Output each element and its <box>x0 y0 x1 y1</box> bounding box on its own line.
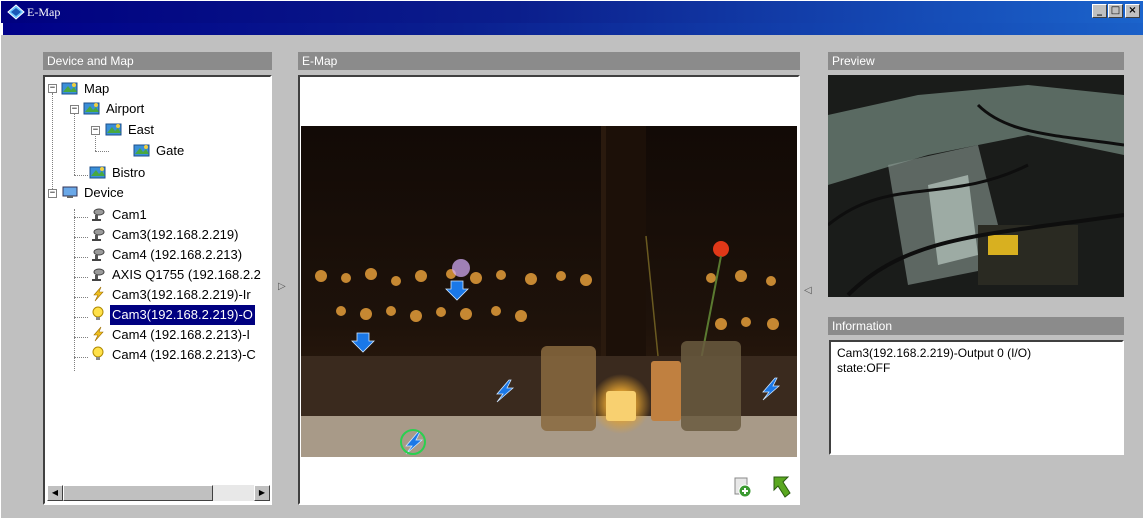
information-header: Information <box>828 317 1124 335</box>
tree-item-east[interactable]: East <box>105 120 156 140</box>
tree-line <box>74 317 88 318</box>
camera-icon <box>92 268 105 281</box>
tree-item-cam1[interactable]: Cam1 <box>89 205 149 225</box>
title-bar[interactable]: E-Map _ □ × <box>1 1 1143 35</box>
lightning-icon <box>93 326 104 342</box>
tree-item-cam4[interactable]: Cam4 (192.168.2.213) <box>89 245 244 265</box>
tree-line <box>74 107 75 175</box>
tree-line <box>74 277 88 278</box>
scroll-left-button[interactable]: ◀ <box>47 485 63 501</box>
back-arrow-icon[interactable] <box>771 475 793 499</box>
horizontal-scrollbar[interactable]: ◀ ▶ <box>47 485 270 501</box>
title-gradient: E-Map _ □ × <box>1 1 1143 23</box>
tree-line <box>74 337 88 338</box>
tree-item-gate[interactable]: Gate <box>133 141 186 161</box>
maximize-button[interactable]: □ <box>1108 4 1123 18</box>
camera-preview <box>828 75 1124 297</box>
camera-icon <box>92 208 105 221</box>
map-icon <box>89 166 106 179</box>
tree-label: Device <box>84 185 124 200</box>
map-icon <box>105 123 122 136</box>
lightbulb-icon <box>92 306 104 320</box>
tree-item-airport[interactable]: Airport <box>83 99 146 119</box>
tree-item-cam3-output[interactable]: Cam3(192.168.2.219)-O <box>89 304 256 326</box>
tree-item-axis[interactable]: AXIS Q1755 (192.168.2.2 <box>89 265 263 285</box>
collapse-map-button[interactable]: − <box>48 84 57 93</box>
tree-line <box>74 209 75 371</box>
tree-label: Gate <box>156 143 185 158</box>
info-state-line: state:OFF <box>837 361 891 375</box>
tree-item-map[interactable]: Map <box>61 79 111 99</box>
tree-line <box>74 237 88 238</box>
tree-line <box>52 93 53 193</box>
tree-line <box>95 151 109 152</box>
scroll-right-button[interactable]: ▶ <box>254 485 270 501</box>
collapse-east-button[interactable]: − <box>91 126 100 135</box>
tree-label: Map <box>84 81 110 96</box>
window-title: E-Map <box>27 5 61 19</box>
map-icon <box>61 82 78 95</box>
emap-canvas[interactable] <box>298 75 800 505</box>
camera-icon <box>92 248 105 261</box>
map-image <box>301 126 797 457</box>
app-icon <box>7 4 25 20</box>
tree-item-cam3-input[interactable]: Cam3(192.168.2.219)-Ir <box>89 285 253 305</box>
right-splitter-arrow[interactable]: ◁ <box>804 284 814 298</box>
tree-item-cam4-output[interactable]: Cam4 (192.168.2.213)-C <box>89 345 258 365</box>
emap-header: E-Map <box>298 52 800 70</box>
preview-header: Preview <box>828 52 1124 70</box>
emap-window: E-Map _ □ × Device and Map − − − − Map A… <box>0 0 1143 518</box>
camera-icon <box>92 228 105 241</box>
tree-label: Airport <box>106 101 145 116</box>
scroll-thumb[interactable] <box>63 485 213 501</box>
lightbulb-icon <box>92 346 104 360</box>
tree-line <box>74 357 88 358</box>
tree-item-device[interactable]: Device <box>61 183 126 203</box>
device-map-tree[interactable]: − − − − Map Airport East Gate Bistro Dev… <box>43 75 272 505</box>
tree-label: Cam4 (192.168.2.213) <box>112 247 243 262</box>
tree-label: Bistro <box>112 165 146 180</box>
add-device-icon[interactable] <box>731 476 753 498</box>
tree-label: AXIS Q1755 (192.168.2.2 <box>112 267 261 282</box>
information-panel: Cam3(192.168.2.219)-Output 0 (I/O) state… <box>829 340 1124 455</box>
tree-line <box>74 217 88 218</box>
tree-label: East <box>128 122 155 137</box>
tree-label: Cam3(192.168.2.219)-Ir <box>112 287 251 302</box>
tree-label: Cam4 (192.168.2.213)-C <box>112 347 256 362</box>
map-icon <box>133 144 150 157</box>
tree-line <box>74 175 88 176</box>
collapse-device-button[interactable]: − <box>48 189 57 198</box>
collapse-airport-button[interactable]: − <box>70 105 79 114</box>
close-button[interactable]: × <box>1125 4 1140 18</box>
minimize-button[interactable]: _ <box>1092 4 1107 18</box>
tree-item-bistro[interactable]: Bistro <box>89 163 147 183</box>
device-map-header: Device and Map <box>43 52 272 70</box>
tree-label: Cam3(192.168.2.219) <box>112 227 239 242</box>
tree-item-cam3[interactable]: Cam3(192.168.2.219) <box>89 225 240 245</box>
tree-label: Cam3(192.168.2.219)-O <box>109 304 256 326</box>
tree-line <box>74 257 88 258</box>
tree-item-cam4-input[interactable]: Cam4 (192.168.2.213)-I <box>89 325 252 345</box>
tree-line <box>74 297 88 298</box>
tree-label: Cam1 <box>112 207 147 222</box>
tree-label: Cam4 (192.168.2.213)-I <box>112 327 251 342</box>
monitor-icon <box>62 186 78 198</box>
map-icon <box>83 102 100 115</box>
lightning-icon <box>93 286 104 302</box>
left-splitter-arrow[interactable]: ▷ <box>278 280 288 294</box>
info-device-line: Cam3(192.168.2.219)-Output 0 (I/O) <box>837 346 1032 360</box>
